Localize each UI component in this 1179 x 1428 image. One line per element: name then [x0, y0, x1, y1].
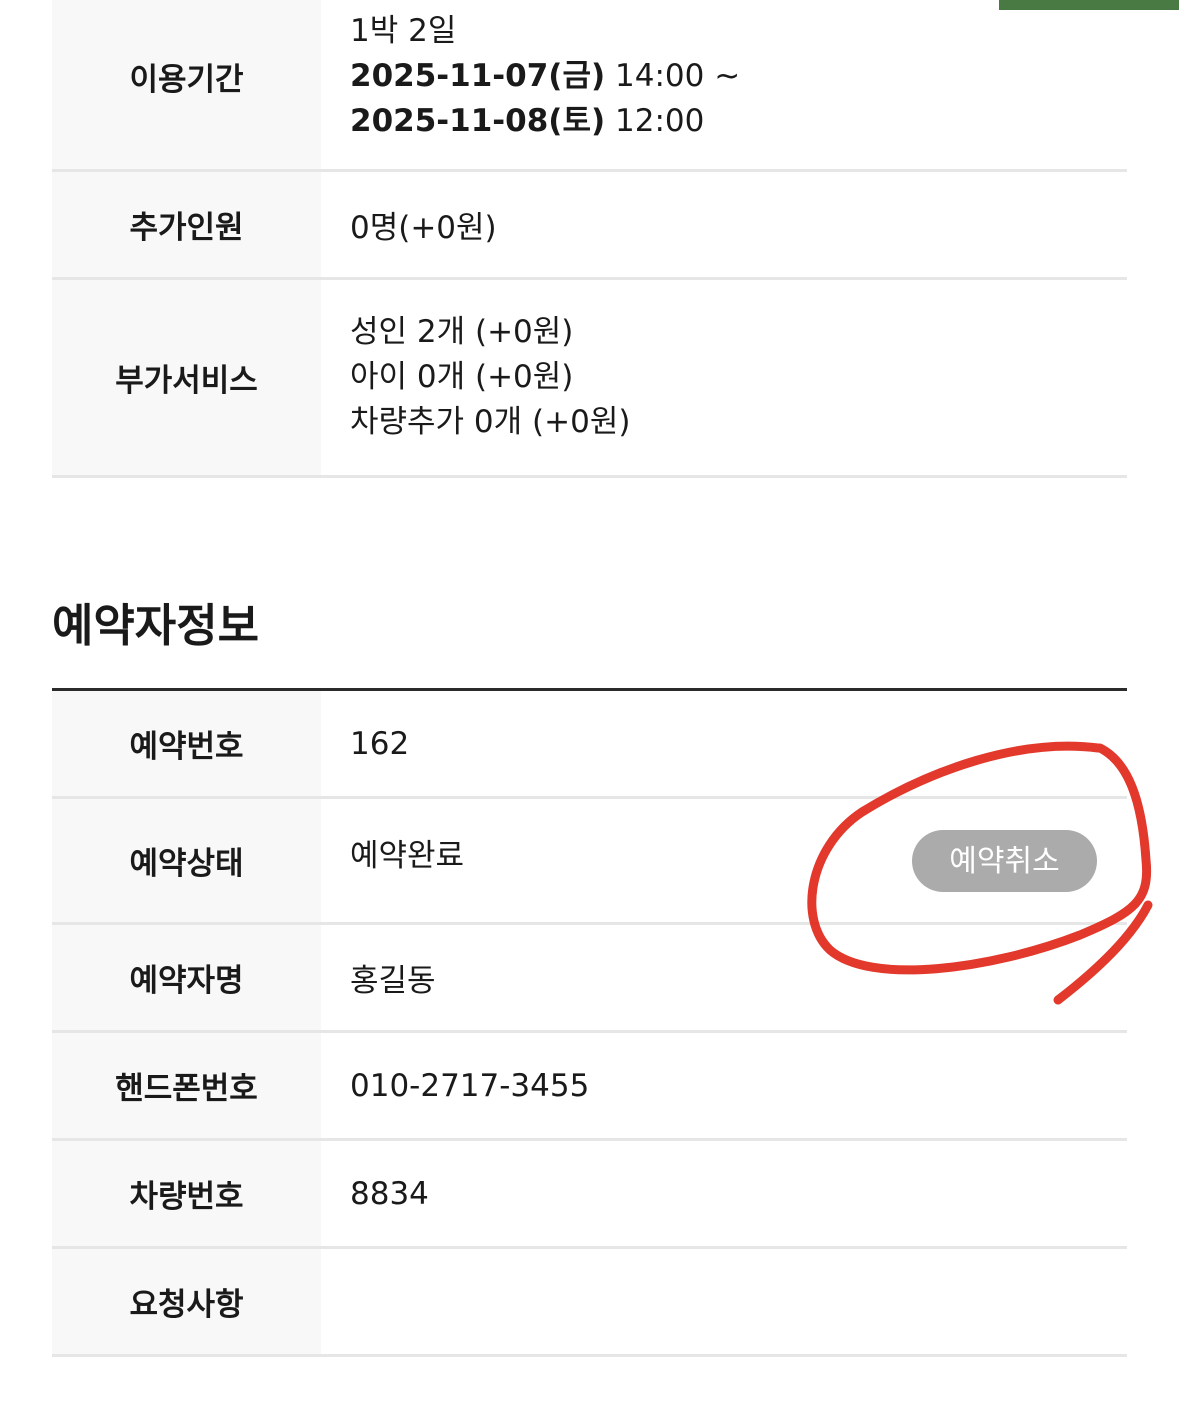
extra-people-label: 추가인원 — [52, 170, 321, 280]
booker-name-label: 예약자명 — [52, 923, 321, 1033]
phone-row: 핸드폰번호 010-2717-3455 — [52, 1031, 1127, 1141]
phone-value: 010-2717-3455 — [321, 1031, 1127, 1141]
request-value — [321, 1247, 1127, 1357]
service-child: 아이 0개 (+0원) — [350, 358, 574, 395]
booker-name-row: 예약자명 홍길동 — [52, 923, 1127, 1033]
vehicle-number-value: 8834 — [321, 1139, 1127, 1249]
services-value: 성인 2개 (+0원) 아이 0개 (+0원) 차량추가 0개 (+0원) — [321, 278, 1127, 478]
reservation-status-value: 예약완료 — [350, 838, 465, 874]
service-adult: 성인 2개 (+0원) — [350, 313, 574, 350]
checkin-date: 2025-11-07(금) — [350, 57, 606, 94]
reservation-status-row: 예약상태 예약완료 예약취소 — [52, 797, 1127, 925]
reservation-number-value: 162 — [321, 689, 1127, 799]
phone-label: 핸드폰번호 — [52, 1031, 321, 1141]
booker-info-table: 예약번호 162 예약상태 예약완료 예약취소 예약자명 홍길동 핸드폰번호 0… — [52, 688, 1127, 1357]
checkin-time: 14:00 ~ — [605, 57, 741, 94]
usage-period-row: 이용기간 1박 2일 2025-11-07(금) 14:00 ~ 2025-11… — [52, 0, 1127, 172]
services-label: 부가서비스 — [52, 278, 321, 478]
usage-period-value: 1박 2일 2025-11-07(금) 14:00 ~ 2025-11-08(토… — [321, 0, 1127, 172]
nights-text: 1박 2일 — [350, 12, 457, 49]
reservation-number-label: 예약번호 — [52, 689, 321, 799]
extra-people-row: 추가인원 0명(+0원) — [52, 170, 1127, 280]
booker-name-value: 홍길동 — [321, 923, 1127, 1033]
cancel-reservation-button[interactable]: 예약취소 — [912, 829, 1097, 892]
vehicle-number-row: 차량번호 8834 — [52, 1139, 1127, 1249]
booker-info-title: 예약자정보 — [52, 599, 260, 652]
service-vehicle: 차량추가 0개 (+0원) — [350, 403, 631, 440]
request-label: 요청사항 — [52, 1247, 321, 1357]
request-row: 요청사항 — [52, 1247, 1127, 1357]
vehicle-number-label: 차량번호 — [52, 1139, 321, 1249]
usage-period-label: 이용기간 — [52, 0, 321, 172]
services-row: 부가서비스 성인 2개 (+0원) 아이 0개 (+0원) 차량추가 0개 (+… — [52, 278, 1127, 478]
reservation-status-label: 예약상태 — [52, 797, 321, 925]
reservation-number-row: 예약번호 162 — [52, 689, 1127, 799]
checkout-time: 12:00 — [605, 102, 705, 139]
checkout-date: 2025-11-08(토) — [350, 102, 606, 139]
extra-people-value: 0명(+0원) — [321, 170, 1127, 280]
reservation-status-cell: 예약완료 예약취소 — [321, 797, 1127, 925]
usage-info-table: 이용기간 1박 2일 2025-11-07(금) 14:00 ~ 2025-11… — [52, 0, 1127, 478]
